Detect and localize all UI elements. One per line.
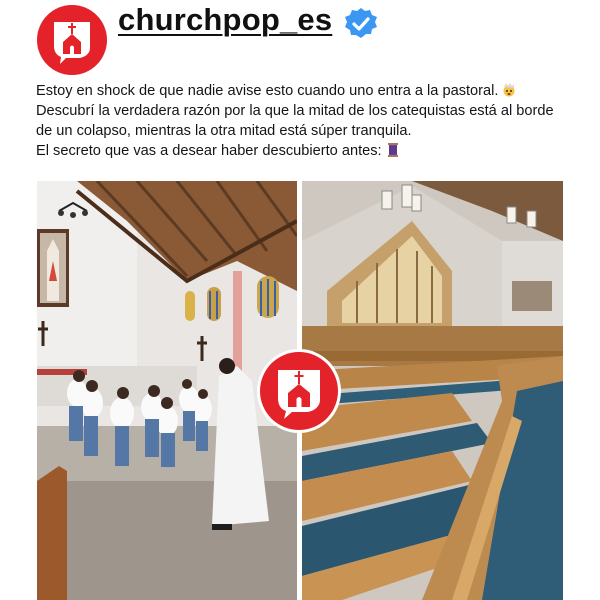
churchpop-logo-icon — [37, 5, 107, 75]
profile-avatar[interactable] — [36, 4, 108, 76]
caption-line: Descubrí la verdadera razón por la que l… — [36, 103, 554, 119]
caption-line: El secreto que vas a desear haber descub… — [36, 141, 566, 161]
verified-badge-icon — [345, 8, 377, 38]
post-caption: Estoy en shock de que nadie avise esto c… — [36, 81, 566, 161]
thread-spool-emoji — [387, 143, 398, 157]
caption-line: Estoy en shock de que nadie avise esto c… — [36, 81, 566, 101]
caption-line: de un colapso, mientras la otra mitad es… — [36, 123, 412, 139]
post-header — [36, 4, 108, 76]
username[interactable]: churchpop_es — [118, 2, 332, 38]
exploding-head-emoji — [503, 83, 515, 97]
churchpop-logo-icon — [257, 349, 341, 433]
